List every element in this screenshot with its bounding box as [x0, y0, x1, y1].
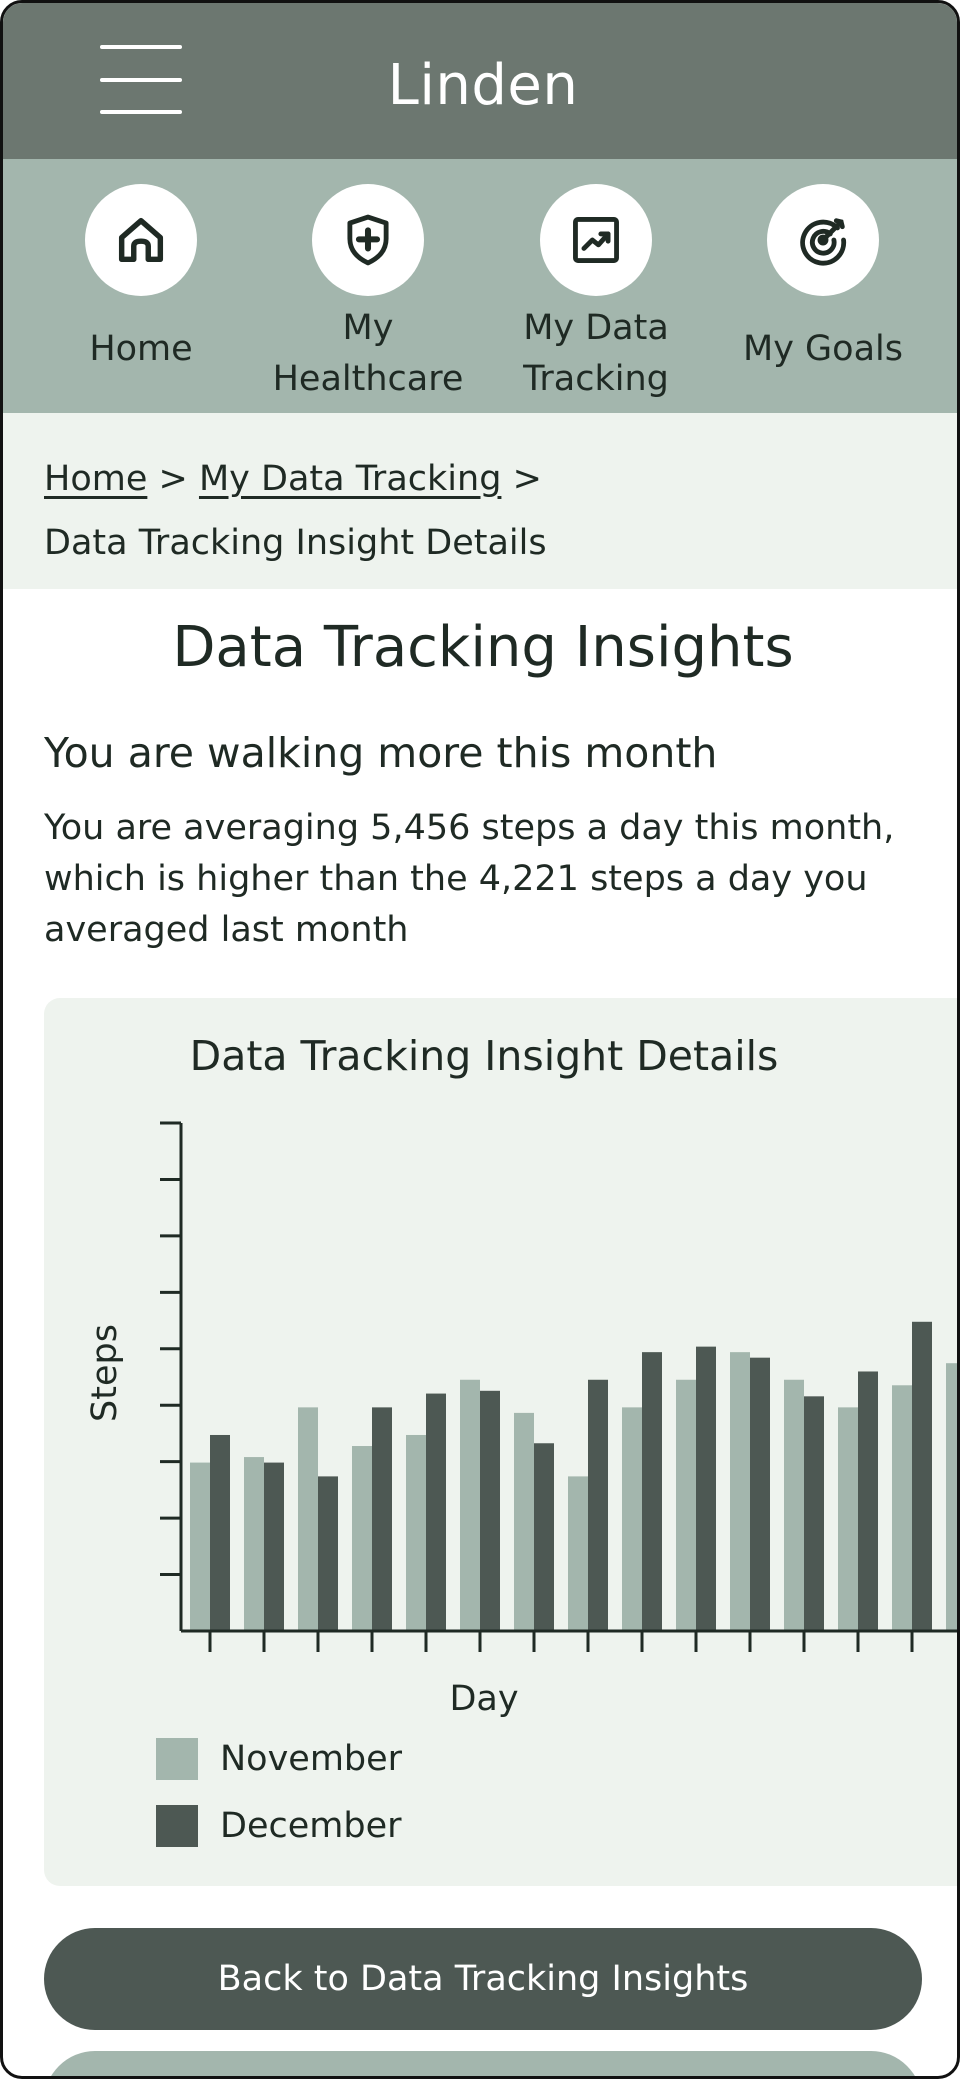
legend-item-november: November [156, 1738, 402, 1780]
target-icon-circle [767, 184, 879, 296]
back-to-insights-button[interactable]: Back to Data Tracking Insights [44, 1928, 922, 2030]
nav-item-home[interactable]: Home [27, 159, 255, 413]
bar-december-5 [426, 1393, 446, 1631]
app-frame: Linden Home My Healthcare My Data Tracki… [0, 0, 960, 2079]
bar-december-13 [858, 1371, 878, 1631]
legend-label-november: November [220, 1739, 403, 1779]
breadcrumb-current: Data Tracking Insight Details [44, 523, 547, 563]
app-title: Linden [387, 53, 579, 118]
breadcrumb-line: Home > My Data Tracking > [44, 449, 542, 509]
nav-item-my-data-tracking[interactable]: My Data Tracking [482, 159, 710, 413]
shield-plus-icon [347, 214, 389, 266]
legend-swatch-november [156, 1738, 198, 1780]
bar-december-8 [588, 1379, 608, 1631]
main-nav: Home My Healthcare My Data Tracking My G… [3, 159, 957, 413]
legend-label-december: December [220, 1806, 402, 1846]
bar-november-8 [568, 1476, 588, 1631]
bar-december-9 [642, 1352, 662, 1631]
y-axis-label: Steps [85, 1324, 125, 1422]
bar-november-1 [190, 1462, 210, 1631]
chart-trend-icon [573, 217, 619, 263]
bar-november-12 [784, 1379, 804, 1631]
bar-november-10 [676, 1379, 696, 1631]
nav-label-my-healthcare: My Healthcare [272, 308, 464, 399]
breadcrumb-tracking-link[interactable]: My Data Tracking [199, 459, 501, 499]
bar-december-7 [534, 1443, 554, 1631]
shield-icon-circle [312, 184, 424, 296]
bar-november-3 [298, 1407, 318, 1631]
bar-december-1 [210, 1434, 230, 1631]
bar-november-9 [622, 1407, 642, 1631]
insight-body: You are averaging 5,456 steps a day this… [44, 808, 895, 950]
insight-title: You are walking more this month [44, 729, 718, 777]
bar-november-2 [244, 1457, 264, 1631]
bar-december-2 [264, 1462, 284, 1631]
bar-december-10 [696, 1346, 716, 1631]
chart-icon-circle [540, 184, 652, 296]
home-icon-circle [85, 184, 197, 296]
bar-november-5 [406, 1434, 426, 1631]
target-icon [800, 218, 847, 266]
bar-december-4 [372, 1407, 392, 1631]
bar-december-11 [750, 1357, 770, 1631]
bar-december-14 [912, 1321, 932, 1631]
breadcrumb: Home > My Data Tracking > Data Tracking … [3, 413, 957, 589]
bar-chart: Day Steps [85, 1121, 957, 1719]
secondary-button[interactable] [44, 2051, 922, 2076]
bar-november-4 [352, 1446, 372, 1631]
bar-december-3 [318, 1476, 338, 1631]
bar-november-13 [838, 1407, 858, 1631]
breadcrumb-home-link[interactable]: Home [44, 459, 147, 499]
nav-item-my-healthcare[interactable]: My Healthcare [254, 159, 482, 413]
nav-item-my-goals[interactable]: My Goals [709, 159, 937, 413]
legend-swatch-december [156, 1805, 198, 1847]
nav-label-my-data-tracking: My Data Tracking [523, 308, 669, 399]
bar-december-6 [480, 1390, 500, 1631]
breadcrumb-separator: > [158, 459, 188, 499]
bar-november-11 [730, 1352, 750, 1631]
legend-item-december: December [156, 1805, 402, 1847]
bar-november-6 [460, 1379, 480, 1631]
top-bar: Linden [3, 3, 957, 159]
nav-label-home: Home [89, 329, 193, 369]
bar-november-15 [946, 1363, 957, 1631]
bar-november-7 [514, 1412, 534, 1631]
nav-label-my-goals: My Goals [743, 329, 903, 369]
bar-december-12 [804, 1396, 824, 1631]
breadcrumb-separator: > [512, 459, 542, 499]
x-axis-label: Day [449, 1679, 518, 1719]
chart-card: Data Tracking Insight Details Day Steps N… [44, 998, 957, 1886]
page-title: Data Tracking Insights [172, 615, 794, 680]
home-icon [118, 217, 164, 263]
bar-november-14 [892, 1385, 912, 1631]
